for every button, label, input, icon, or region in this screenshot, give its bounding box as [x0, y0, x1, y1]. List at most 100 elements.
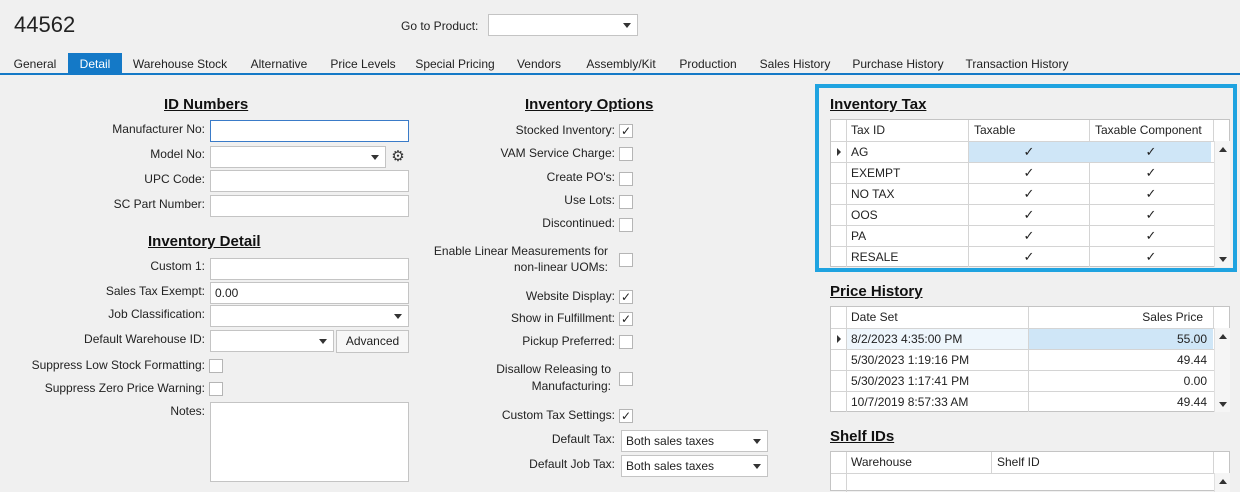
date-set-cell[interactable]: 5/30/2023 1:19:16 PM	[847, 350, 1027, 370]
custom-tax-settings-label: Custom Tax Settings:	[501, 408, 615, 422]
sales-price-cell[interactable]: 55.00	[1029, 329, 1211, 349]
linear-measurements-checkbox[interactable]	[619, 253, 633, 267]
suppress-low-stock-checkbox[interactable]	[209, 359, 223, 373]
custom1-label: Custom 1:	[150, 259, 205, 273]
vam-service-checkbox[interactable]	[619, 147, 633, 161]
inventory-options-heading: Inventory Options	[525, 96, 654, 113]
tab-warehouse-stock[interactable]: Warehouse Stock	[126, 53, 234, 75]
col-taxable-component[interactable]: Taxable Component	[1091, 120, 1211, 140]
component-check-icon[interactable]: ✓	[1090, 247, 1212, 267]
taxable-check-icon[interactable]: ✓	[969, 205, 1089, 225]
scroll-down-icon[interactable]	[1219, 257, 1227, 262]
website-display-checkbox[interactable]	[619, 290, 633, 304]
default-job-tax-select[interactable]: Both sales taxes	[621, 455, 768, 477]
pickup-preferred-checkbox[interactable]	[619, 335, 633, 349]
tab-price-levels[interactable]: Price Levels	[324, 53, 402, 75]
chevron-down-icon	[623, 23, 631, 28]
date-set-cell[interactable]: 8/2/2023 4:35:00 PM	[847, 329, 1027, 349]
taxable-check-icon[interactable]: ✓	[969, 142, 1089, 162]
page-title: 44562	[14, 12, 76, 37]
discontinued-label: Discontinued:	[542, 216, 615, 230]
linear-measurements-label: Enable Linear Measurements for	[433, 244, 608, 258]
component-check-icon[interactable]: ✓	[1090, 226, 1212, 246]
linear-measurements-label-2: non-linear UOMs:	[513, 260, 608, 274]
date-set-cell[interactable]: 10/7/2019 8:57:33 AM	[847, 392, 1027, 412]
inventory-detail-heading: Inventory Detail	[148, 233, 261, 250]
tax-id-cell[interactable]: EXEMPT	[847, 163, 967, 183]
tab-production[interactable]: Production	[670, 53, 746, 75]
tab-vendors[interactable]: Vendors	[508, 53, 570, 75]
stocked-inventory-checkbox[interactable]	[619, 124, 633, 138]
col-date-set[interactable]: Date Set	[847, 307, 1027, 327]
chevron-down-icon	[753, 464, 761, 469]
inventory-tax-heading: Inventory Tax	[830, 96, 927, 113]
col-shelf-id[interactable]: Shelf ID	[993, 452, 1133, 472]
tab-transaction-history[interactable]: Transaction History	[958, 53, 1076, 75]
taxable-check-icon[interactable]: ✓	[969, 247, 1089, 267]
row-pointer-icon	[837, 335, 841, 343]
manufacturer-label: Manufacturer No:	[112, 122, 205, 136]
tab-general[interactable]: General	[6, 53, 64, 75]
price-grid-scrollbar[interactable]	[1214, 328, 1230, 412]
scroll-down-icon[interactable]	[1219, 402, 1227, 407]
taxable-check-icon[interactable]: ✓	[969, 184, 1089, 204]
discontinued-checkbox[interactable]	[619, 218, 633, 232]
shelf-grid-scrollbar[interactable]	[1214, 473, 1230, 492]
gear-icon[interactable]: ⚙	[389, 148, 407, 166]
custom1-input[interactable]	[210, 258, 409, 280]
sales-price-cell[interactable]: 49.44	[1029, 350, 1211, 370]
go-to-product-select[interactable]	[488, 14, 638, 36]
show-fulfillment-checkbox[interactable]	[619, 312, 633, 326]
default-tax-label: Default Tax:	[551, 432, 615, 446]
col-taxable[interactable]: Taxable	[970, 120, 1088, 140]
vam-service-label: VAM Service Charge:	[500, 146, 616, 160]
pickup-preferred-label: Pickup Preferred:	[522, 334, 615, 348]
component-check-icon[interactable]: ✓	[1090, 205, 1212, 225]
date-set-cell[interactable]: 5/30/2023 1:17:41 PM	[847, 371, 1027, 391]
job-classification-select[interactable]	[210, 305, 409, 327]
taxable-check-icon[interactable]: ✓	[969, 226, 1089, 246]
tax-id-cell[interactable]: OOS	[847, 205, 967, 225]
tax-id-cell[interactable]: PA	[847, 226, 967, 246]
sales-tax-exempt-input[interactable]: 0.00	[210, 282, 409, 304]
tab-detail[interactable]: Detail	[68, 53, 122, 75]
component-check-icon[interactable]: ✓	[1090, 142, 1212, 162]
col-warehouse[interactable]: Warehouse	[847, 452, 987, 472]
tab-sales-history[interactable]: Sales History	[752, 53, 838, 75]
tab-purchase-history[interactable]: Purchase History	[846, 53, 950, 75]
advanced-button[interactable]: Advanced	[336, 330, 409, 353]
upc-input[interactable]	[210, 170, 409, 192]
create-po-checkbox[interactable]	[619, 172, 633, 186]
component-check-icon[interactable]: ✓	[1090, 184, 1212, 204]
disallow-releasing-checkbox[interactable]	[619, 372, 633, 386]
tax-grid-scrollbar[interactable]	[1214, 141, 1230, 267]
tax-id-cell[interactable]: NO TAX	[847, 184, 967, 204]
col-tax-id[interactable]: Tax ID	[847, 120, 967, 140]
suppress-zero-price-checkbox[interactable]	[209, 382, 223, 396]
manufacturer-input[interactable]	[210, 120, 409, 142]
sc-part-input[interactable]	[210, 195, 409, 217]
use-lots-checkbox[interactable]	[619, 195, 633, 209]
taxable-check-icon[interactable]: ✓	[969, 163, 1089, 183]
sales-price-cell[interactable]: 0.00	[1029, 371, 1211, 391]
component-check-icon[interactable]: ✓	[1090, 163, 1212, 183]
tab-alternative[interactable]: Alternative	[240, 53, 318, 75]
scroll-up-icon[interactable]	[1219, 147, 1227, 152]
default-tax-select[interactable]: Both sales taxes	[621, 430, 768, 452]
tab-assembly-kit[interactable]: Assembly/Kit	[578, 53, 664, 75]
scroll-up-icon[interactable]	[1219, 479, 1227, 484]
tab-special-pricing[interactable]: Special Pricing	[408, 53, 502, 75]
chevron-down-icon	[394, 314, 402, 319]
scroll-up-icon[interactable]	[1219, 334, 1227, 339]
model-select[interactable]	[210, 146, 386, 168]
tax-id-cell[interactable]: AG	[847, 142, 967, 162]
sales-price-cell[interactable]: 49.44	[1029, 392, 1211, 412]
use-lots-label: Use Lots:	[564, 193, 615, 207]
default-warehouse-select[interactable]	[210, 330, 334, 352]
custom-tax-settings-checkbox[interactable]	[619, 409, 633, 423]
tab-bar: General Detail Warehouse Stock Alternati…	[0, 53, 1240, 75]
col-sales-price[interactable]: Sales Price	[1029, 307, 1207, 327]
tax-id-cell[interactable]: RESALE	[847, 247, 967, 267]
notes-textarea[interactable]	[210, 402, 409, 482]
chevron-down-icon	[371, 155, 379, 160]
